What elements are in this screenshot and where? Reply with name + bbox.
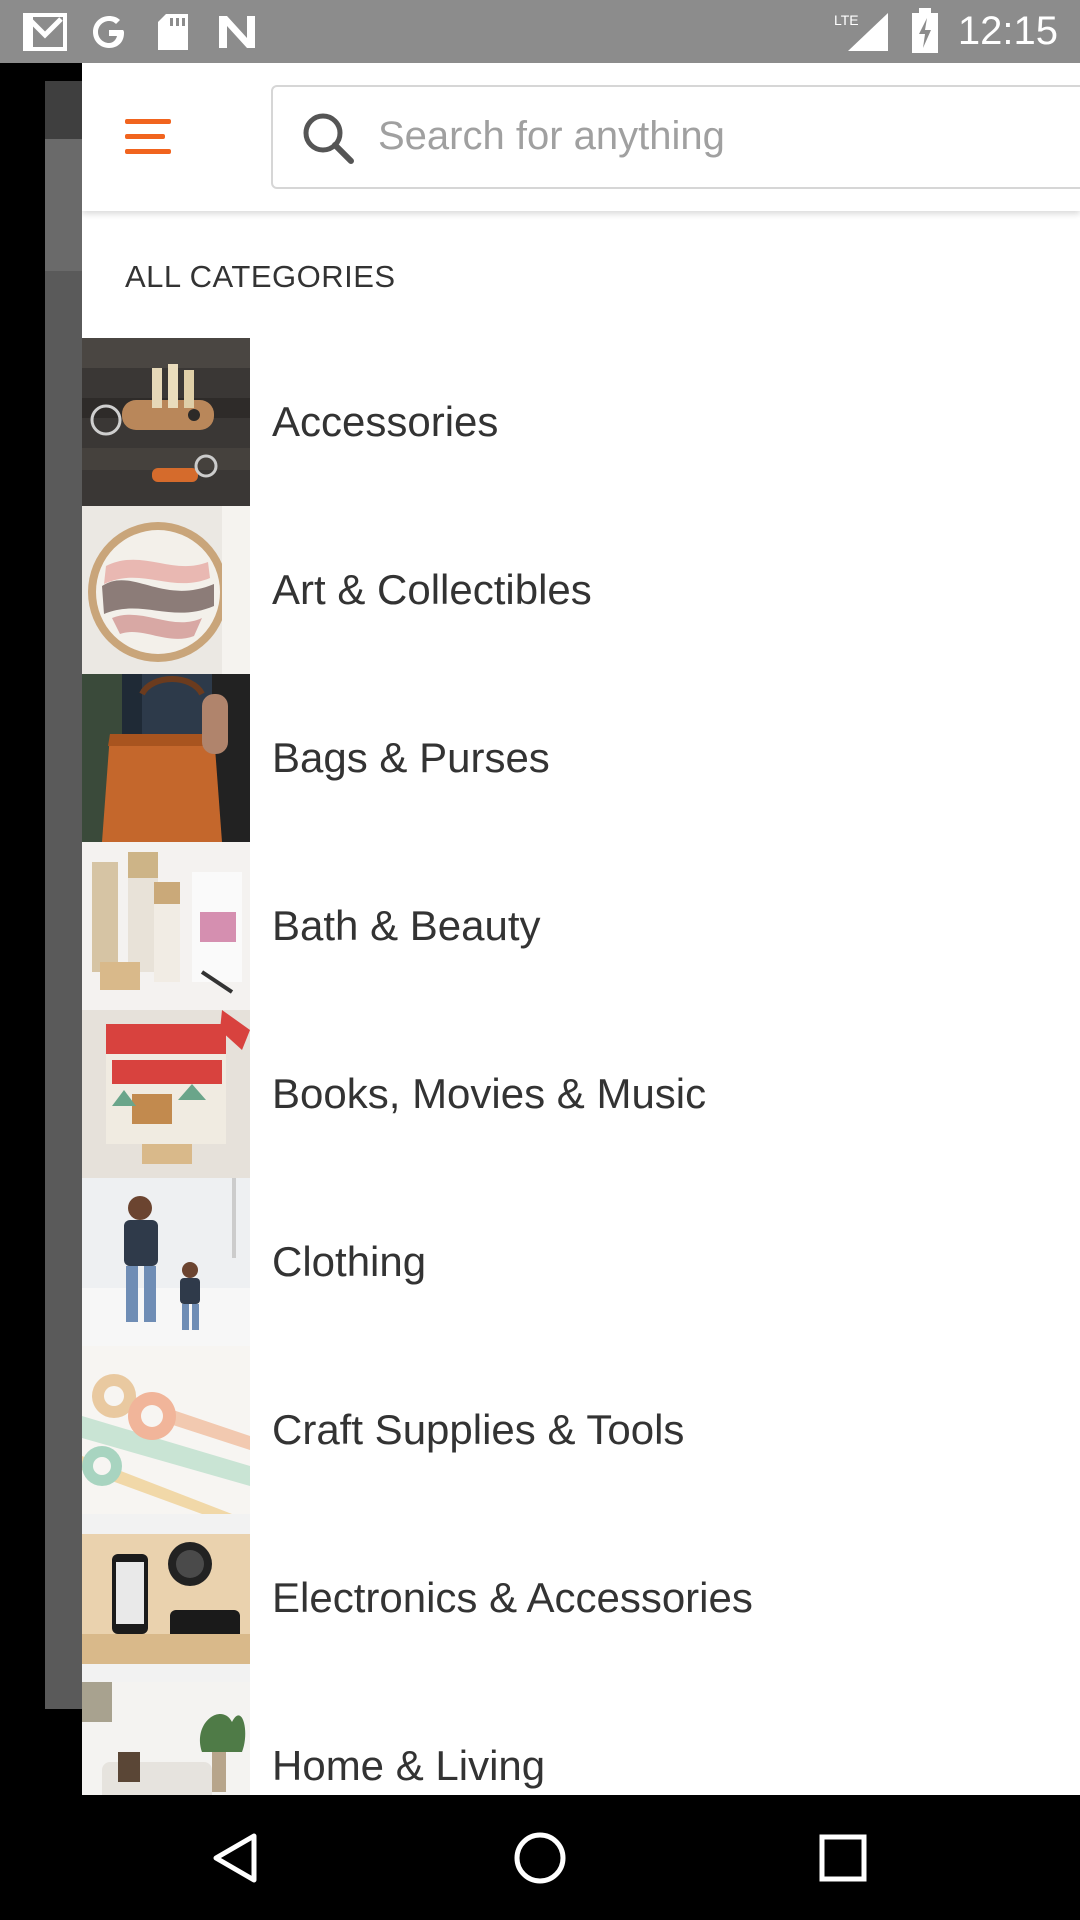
washi-tape-photo: [82, 1346, 250, 1514]
category-label: Electronics & Accessories: [272, 1574, 753, 1621]
category-label: Bath & Beauty: [272, 902, 541, 949]
system-nav-bar: [0, 1795, 1080, 1920]
embroidery-hoop-photo: [82, 506, 250, 674]
lte-signal-icon: LTE: [832, 9, 892, 53]
recents-icon[interactable]: [810, 1825, 876, 1891]
top-app-bar: Search for anything: [82, 63, 1080, 211]
category-item-books-movies-music[interactable]: Books, Movies & Music: [82, 1010, 1080, 1178]
search-placeholder: Search for anything: [378, 114, 725, 158]
category-item-accessories[interactable]: Accessories: [82, 338, 1080, 506]
sd-card-icon: [150, 10, 196, 54]
hamburger-menu-icon[interactable]: [118, 107, 178, 167]
category-list: Accessories Art & Collectibles Bags & Pu…: [82, 338, 1080, 1795]
category-item-clothing[interactable]: Clothing: [82, 1178, 1080, 1346]
keychain-photo: [82, 338, 250, 506]
leather-tote-photo: [82, 674, 250, 842]
search-icon: [301, 111, 357, 167]
background-app: [0, 63, 82, 1795]
google-icon: [86, 10, 132, 54]
category-item-bags-purses[interactable]: Bags & Purses: [82, 674, 1080, 842]
category-item-home-living[interactable]: Home & Living: [82, 1682, 1080, 1795]
category-label: Craft Supplies & Tools: [272, 1406, 685, 1453]
back-icon[interactable]: [202, 1825, 268, 1891]
background-app-content[interactable]: [45, 81, 82, 1709]
category-item-electronics-accessories[interactable]: Electronics & Accessories: [82, 1514, 1080, 1682]
clock: 12:15: [957, 9, 1058, 53]
category-label: Art & Collectibles: [272, 566, 592, 613]
navigation-drawer: Search for anything ALL CATEGORIES Acces…: [82, 63, 1080, 1795]
category-label: Books, Movies & Music: [272, 1070, 707, 1117]
gmail-icon: [22, 10, 68, 54]
father-son-shirts-photo: [82, 1178, 250, 1346]
phone-dock-photo: [82, 1514, 250, 1682]
search-input[interactable]: Search for anything: [271, 85, 1080, 189]
home-icon[interactable]: [507, 1825, 573, 1891]
michigan-postcard-photo: [82, 1010, 250, 1178]
category-item-bath-beauty[interactable]: Bath & Beauty: [82, 842, 1080, 1010]
category-item-craft-supplies-tools[interactable]: Craft Supplies & Tools: [82, 1346, 1080, 1514]
battery-charging-icon: [908, 8, 942, 53]
status-bar: LTE 12:15: [0, 0, 1080, 63]
category-label: Accessories: [272, 398, 499, 445]
category-label: Bags & Purses: [272, 734, 550, 781]
section-title: ALL CATEGORIES: [125, 259, 396, 294]
category-label: Clothing: [272, 1238, 427, 1285]
n-app-icon: [214, 10, 260, 54]
living-room-photo: [82, 1682, 250, 1795]
category-label: Home & Living: [272, 1742, 546, 1789]
category-item-art-collectibles[interactable]: Art & Collectibles: [82, 506, 1080, 674]
lte-label: LTE: [834, 12, 859, 28]
cosmetic-bottles-photo: [82, 842, 250, 1010]
